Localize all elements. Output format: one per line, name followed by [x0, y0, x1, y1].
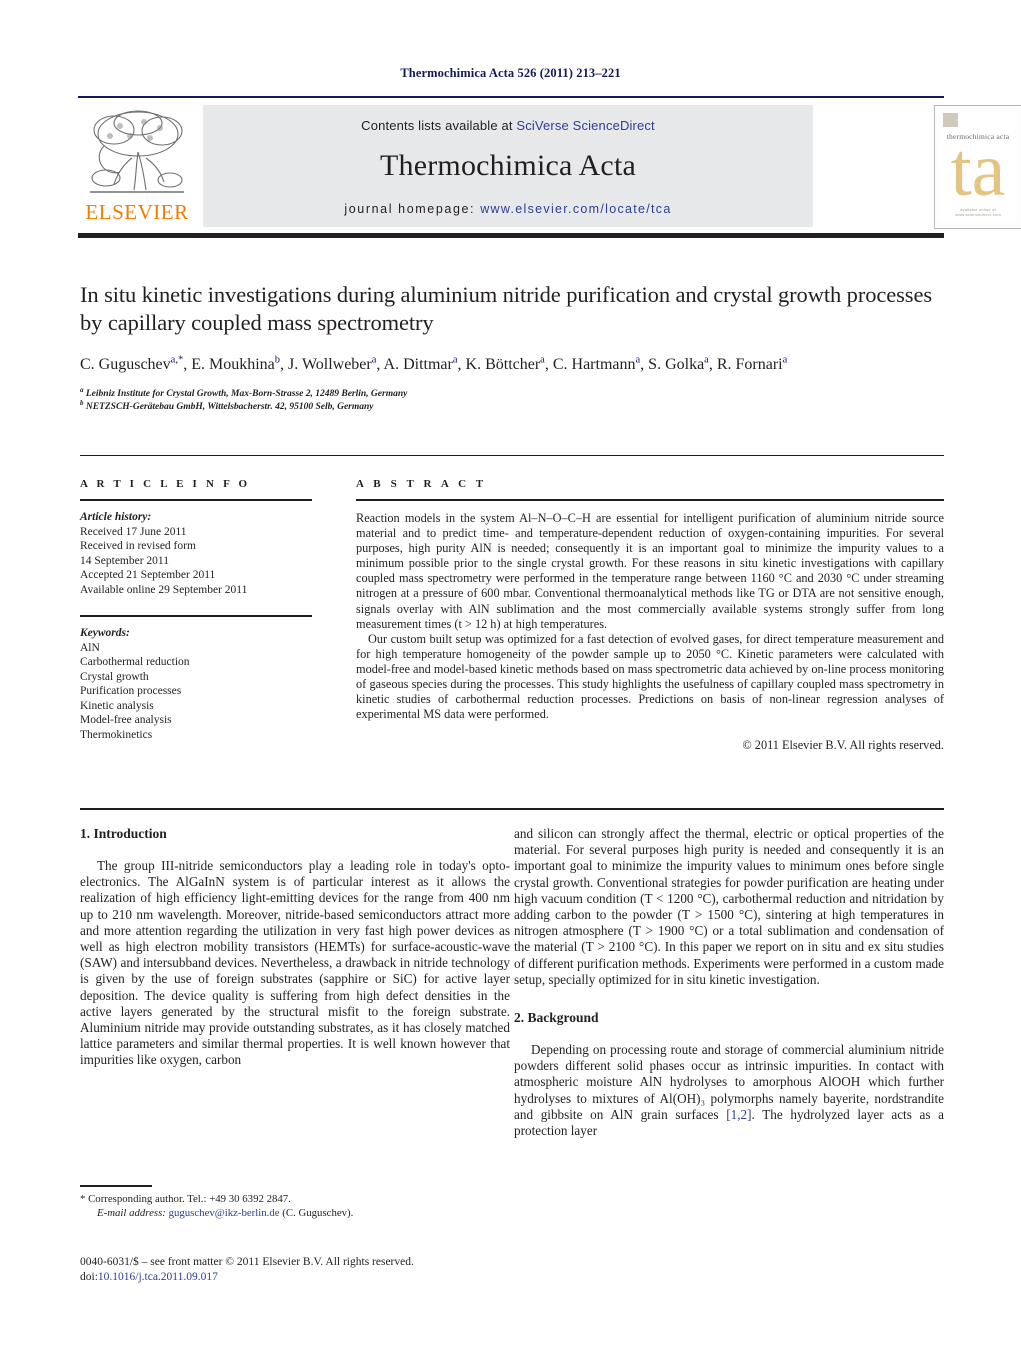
header-bottom-rule	[78, 233, 944, 238]
abstract-paragraph: Our custom built setup was optimized for…	[356, 631, 944, 722]
section-heading-background: 2. Background	[514, 1010, 599, 1026]
email-label: E-mail address:	[97, 1207, 166, 1219]
author-list: C. Guguscheva,*, E. Moukhinab, J. Wollwe…	[80, 354, 788, 373]
sciencedirect-link[interactable]: SciVerse ScienceDirect	[516, 118, 654, 133]
title-divider-rule	[80, 455, 944, 456]
keyword-item: Model-free analysis	[80, 714, 172, 726]
journal-homepage-link[interactable]: www.elsevier.com/locate/tca	[480, 202, 671, 216]
abstract-paragraph: Reaction models in the system Al–N–O–C–H…	[356, 511, 944, 631]
body-paragraph: Depending on processing route and storag…	[514, 1042, 944, 1139]
article-history-label: Article history:	[80, 511, 152, 523]
colophon-block: 0040-6031/$ – see front matter © 2011 El…	[80, 1255, 510, 1285]
homepage-label: journal homepage:	[344, 202, 481, 216]
elsevier-wordmark: ELSEVIER	[85, 200, 189, 224]
article-first-page: Thermochimica Acta 526 (2011) 213–221 EL…	[0, 0, 1021, 1351]
history-item: Received in revised form	[80, 540, 196, 552]
article-info-rule	[80, 499, 312, 501]
abstract-column: A B S T R A C T Reaction models in the s…	[356, 478, 944, 753]
article-info-column: A R T I C L E I N F O Article history: R…	[80, 478, 312, 742]
doi-link[interactable]: 10.1016/j.tca.2011.09.017	[98, 1271, 218, 1283]
history-item: Available online 29 September 2011	[80, 583, 248, 596]
footnote-rule	[80, 1185, 152, 1187]
doi-label: doi:	[80, 1271, 98, 1283]
keywords-rule	[80, 615, 312, 617]
abstract-rule	[356, 499, 944, 501]
history-item: 14 September 2011	[80, 554, 170, 567]
cover-badge-icon	[943, 113, 958, 127]
citation-ref-1-2[interactable]: [1,2]	[726, 1107, 751, 1122]
affiliation-list: a Leibniz Institute for Crystal Growth, …	[80, 385, 944, 414]
email-suffix: (C. Guguschev).	[282, 1207, 354, 1219]
affiliation-a-text: Leibniz Institute for Crystal Growth, Ma…	[85, 389, 408, 399]
journal-masthead: Thermochimica Acta 526 (2011) 213–221	[400, 66, 621, 80]
keyword-item: Thermokinetics	[80, 728, 153, 741]
section-heading-introduction: 1. Introduction	[80, 826, 167, 841]
keyword-item: Kinetic analysis	[80, 699, 154, 712]
article-info-heading: A R T I C L E I N F O	[80, 478, 251, 490]
cover-ta-logo: ta	[950, 128, 1006, 212]
title-block: In situ kinetic investigations during al…	[80, 281, 944, 414]
keywords-label: Keywords:	[80, 627, 130, 639]
cover-footer-text: available online at www.sciencedirect.co…	[955, 207, 1001, 217]
contents-available-line: Contents lists available at SciVerse Sci…	[203, 118, 813, 133]
email-note: E-mail address: guguschev@ikz-berlin.de …	[80, 1206, 510, 1220]
journal-cover-thumbnail: ta thermochimica acta available online a…	[934, 105, 1021, 229]
history-item: Received 17 June 2011	[80, 525, 187, 538]
body-column-right: and silicon can strongly affect the ther…	[514, 826, 944, 1139]
keyword-item: Purification processes	[80, 685, 182, 697]
keywords-group: Keywords: AlN Carbothermal reduction Cry…	[80, 626, 312, 742]
header-top-rule	[78, 96, 944, 98]
copyright-line: © 2011 Elsevier B.V. All rights reserved…	[742, 738, 944, 753]
abstract-bottom-rule	[80, 808, 944, 810]
affiliation-b: b NETZSCH-Gerätebau GmbH, Wittelsbachers…	[80, 398, 374, 412]
affiliation-a: a Leibniz Institute for Crystal Growth, …	[80, 385, 408, 399]
colophon-doi-line: doi:10.1016/j.tca.2011.09.017	[80, 1270, 510, 1285]
contents-prefix: Contents lists available at	[361, 118, 517, 133]
keyword-item: AlN	[80, 641, 100, 654]
body-paragraph: The group III-nitride semiconductors pla…	[80, 858, 510, 1068]
body-column-left: 1. Introduction The group III-nitride se…	[80, 826, 510, 1069]
history-item: Accepted 21 September 2011	[80, 569, 216, 581]
article-title: In situ kinetic investigations during al…	[80, 282, 933, 335]
elsevier-logo: ELSEVIER	[78, 104, 196, 229]
journal-homepage-line: journal homepage: www.elsevier.com/locat…	[203, 202, 813, 216]
cover-inner: ta thermochimica acta available online a…	[939, 110, 1017, 222]
keyword-item: Crystal growth	[80, 670, 149, 683]
cover-journal-name: thermochimica acta	[946, 132, 1010, 141]
journal-title: Thermochimica Acta	[380, 149, 636, 182]
body-paragraph: and silicon can strongly affect the ther…	[514, 826, 944, 987]
footnote-block: * Corresponding author. Tel.: +49 30 639…	[80, 1192, 510, 1220]
affiliation-b-text: NETZSCH-Gerätebau GmbH, Wittelsbacherstr…	[85, 402, 374, 412]
journal-info-box: Contents lists available at SciVerse Sci…	[203, 105, 813, 227]
article-history-group: Article history: Received 17 June 2011 R…	[80, 510, 312, 597]
keyword-item: Carbothermal reduction	[80, 656, 190, 668]
email-link[interactable]: guguschev@ikz-berlin.de	[169, 1207, 280, 1219]
corresponding-author-note: * Corresponding author. Tel.: +49 30 639…	[80, 1193, 291, 1205]
elsevier-tree-icon	[84, 106, 190, 202]
colophon-frontmatter: 0040-6031/$ – see front matter © 2011 El…	[80, 1256, 414, 1268]
abstract-heading: A B S T R A C T	[356, 478, 487, 490]
journal-header-band: ELSEVIER Contents lists available at Sci…	[78, 96, 1021, 238]
